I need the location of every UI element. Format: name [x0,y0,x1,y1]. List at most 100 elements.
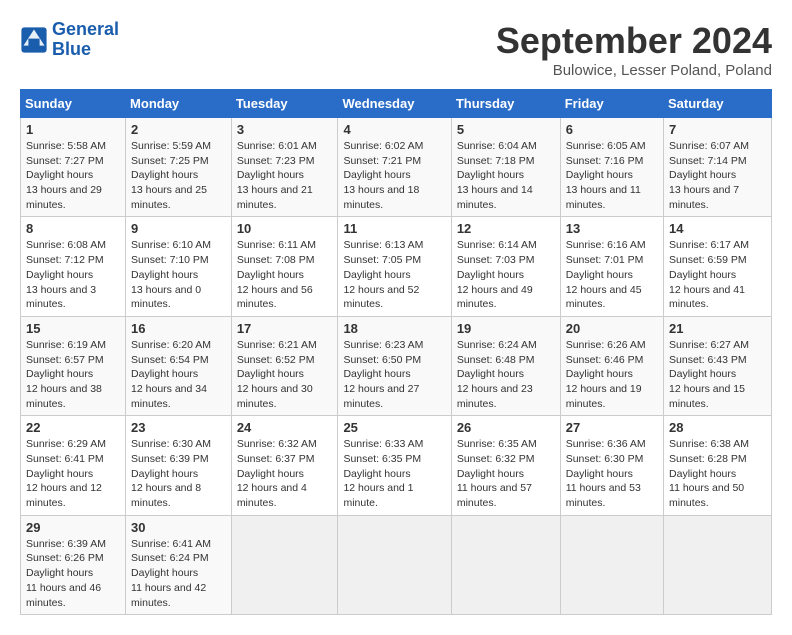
day-number: 17 [237,321,333,336]
calendar-cell: 27 Sunrise: 6:36 AMSunset: 6:30 PMDaylig… [560,416,663,515]
cell-info: Sunrise: 6:27 AMSunset: 6:43 PMDaylight … [669,339,749,410]
cell-info: Sunrise: 6:36 AMSunset: 6:30 PMDaylight … [566,438,646,509]
day-number: 29 [26,520,120,535]
calendar-cell [451,515,560,614]
calendar-cell [560,515,663,614]
day-number: 26 [457,420,555,435]
cell-info: Sunrise: 6:11 AMSunset: 7:08 PMDaylight … [237,239,316,310]
logo: General Blue [20,20,119,60]
cell-info: Sunrise: 6:23 AMSunset: 6:50 PMDaylight … [343,339,423,410]
day-number: 23 [131,420,226,435]
calendar-cell: 10 Sunrise: 6:11 AMSunset: 7:08 PMDaylig… [231,217,338,316]
page-header: General Blue September 2024 Bulowice, Le… [20,20,772,79]
calendar-cell: 2 Sunrise: 5:59 AMSunset: 7:25 PMDayligh… [126,118,232,217]
location-subtitle: Bulowice, Lesser Poland, Poland [496,62,772,79]
calendar-body: 1 Sunrise: 5:58 AMSunset: 7:27 PMDayligh… [21,118,772,615]
calendar-cell: 24 Sunrise: 6:32 AMSunset: 6:37 PMDaylig… [231,416,338,515]
cell-info: Sunrise: 6:39 AMSunset: 6:26 PMDaylight … [26,538,106,609]
cell-info: Sunrise: 6:07 AMSunset: 7:14 PMDaylight … [669,140,749,211]
day-number: 18 [343,321,445,336]
cell-info: Sunrise: 6:10 AMSunset: 7:10 PMDaylight … [131,239,211,310]
day-number: 10 [237,221,333,236]
calendar-week-5: 29 Sunrise: 6:39 AMSunset: 6:26 PMDaylig… [21,515,772,614]
calendar-cell: 11 Sunrise: 6:13 AMSunset: 7:05 PMDaylig… [338,217,451,316]
calendar-week-3: 15 Sunrise: 6:19 AMSunset: 6:57 PMDaylig… [21,316,772,415]
calendar-header: SundayMondayTuesdayWednesdayThursdayFrid… [21,90,772,118]
cell-info: Sunrise: 6:38 AMSunset: 6:28 PMDaylight … [669,438,749,509]
cell-info: Sunrise: 6:19 AMSunset: 6:57 PMDaylight … [26,339,106,410]
day-number: 27 [566,420,658,435]
cell-info: Sunrise: 6:16 AMSunset: 7:01 PMDaylight … [566,239,646,310]
calendar-cell: 23 Sunrise: 6:30 AMSunset: 6:39 PMDaylig… [126,416,232,515]
day-number: 15 [26,321,120,336]
calendar-cell: 22 Sunrise: 6:29 AMSunset: 6:41 PMDaylig… [21,416,126,515]
calendar-cell: 15 Sunrise: 6:19 AMSunset: 6:57 PMDaylig… [21,316,126,415]
cell-info: Sunrise: 6:26 AMSunset: 6:46 PMDaylight … [566,339,646,410]
logo-text: General Blue [52,20,119,60]
cell-info: Sunrise: 5:58 AMSunset: 7:27 PMDaylight … [26,140,106,211]
weekday-header-row: SundayMondayTuesdayWednesdayThursdayFrid… [21,90,772,118]
day-number: 3 [237,122,333,137]
calendar-cell: 12 Sunrise: 6:14 AMSunset: 7:03 PMDaylig… [451,217,560,316]
calendar-cell: 9 Sunrise: 6:10 AMSunset: 7:10 PMDayligh… [126,217,232,316]
calendar-cell: 19 Sunrise: 6:24 AMSunset: 6:48 PMDaylig… [451,316,560,415]
day-number: 20 [566,321,658,336]
logo-icon [20,26,48,54]
cell-info: Sunrise: 6:17 AMSunset: 6:59 PMDaylight … [669,239,749,310]
day-number: 1 [26,122,120,137]
calendar-cell: 17 Sunrise: 6:21 AMSunset: 6:52 PMDaylig… [231,316,338,415]
weekday-header-saturday: Saturday [664,90,772,118]
cell-info: Sunrise: 6:21 AMSunset: 6:52 PMDaylight … [237,339,317,410]
calendar-cell: 1 Sunrise: 5:58 AMSunset: 7:27 PMDayligh… [21,118,126,217]
day-number: 16 [131,321,226,336]
cell-info: Sunrise: 6:20 AMSunset: 6:54 PMDaylight … [131,339,211,410]
calendar-cell [664,515,772,614]
calendar-week-2: 8 Sunrise: 6:08 AMSunset: 7:12 PMDayligh… [21,217,772,316]
cell-info: Sunrise: 6:01 AMSunset: 7:23 PMDaylight … [237,140,317,211]
weekday-header-monday: Monday [126,90,232,118]
day-number: 14 [669,221,766,236]
day-number: 13 [566,221,658,236]
calendar-cell: 5 Sunrise: 6:04 AMSunset: 7:18 PMDayligh… [451,118,560,217]
calendar-cell [338,515,451,614]
cell-info: Sunrise: 6:14 AMSunset: 7:03 PMDaylight … [457,239,537,310]
calendar-cell: 26 Sunrise: 6:35 AMSunset: 6:32 PMDaylig… [451,416,560,515]
calendar-cell: 14 Sunrise: 6:17 AMSunset: 6:59 PMDaylig… [664,217,772,316]
calendar-week-1: 1 Sunrise: 5:58 AMSunset: 7:27 PMDayligh… [21,118,772,217]
calendar-cell: 30 Sunrise: 6:41 AMSunset: 6:24 PMDaylig… [126,515,232,614]
cell-info: Sunrise: 6:08 AMSunset: 7:12 PMDaylight … [26,239,106,310]
cell-info: Sunrise: 6:24 AMSunset: 6:48 PMDaylight … [457,339,537,410]
weekday-header-thursday: Thursday [451,90,560,118]
calendar-cell: 7 Sunrise: 6:07 AMSunset: 7:14 PMDayligh… [664,118,772,217]
cell-info: Sunrise: 6:35 AMSunset: 6:32 PMDaylight … [457,438,537,509]
day-number: 24 [237,420,333,435]
calendar-cell: 4 Sunrise: 6:02 AMSunset: 7:21 PMDayligh… [338,118,451,217]
calendar-cell: 20 Sunrise: 6:26 AMSunset: 6:46 PMDaylig… [560,316,663,415]
weekday-header-sunday: Sunday [21,90,126,118]
cell-info: Sunrise: 6:41 AMSunset: 6:24 PMDaylight … [131,538,211,609]
cell-info: Sunrise: 5:59 AMSunset: 7:25 PMDaylight … [131,140,211,211]
calendar-cell: 29 Sunrise: 6:39 AMSunset: 6:26 PMDaylig… [21,515,126,614]
cell-info: Sunrise: 6:32 AMSunset: 6:37 PMDaylight … [237,438,317,509]
day-number: 19 [457,321,555,336]
cell-info: Sunrise: 6:04 AMSunset: 7:18 PMDaylight … [457,140,537,211]
cell-info: Sunrise: 6:13 AMSunset: 7:05 PMDaylight … [343,239,423,310]
day-number: 9 [131,221,226,236]
calendar-cell: 6 Sunrise: 6:05 AMSunset: 7:16 PMDayligh… [560,118,663,217]
calendar-week-4: 22 Sunrise: 6:29 AMSunset: 6:41 PMDaylig… [21,416,772,515]
cell-info: Sunrise: 6:29 AMSunset: 6:41 PMDaylight … [26,438,106,509]
day-number: 8 [26,221,120,236]
cell-info: Sunrise: 6:05 AMSunset: 7:16 PMDaylight … [566,140,646,211]
day-number: 4 [343,122,445,137]
calendar-cell: 25 Sunrise: 6:33 AMSunset: 6:35 PMDaylig… [338,416,451,515]
day-number: 30 [131,520,226,535]
calendar-cell: 16 Sunrise: 6:20 AMSunset: 6:54 PMDaylig… [126,316,232,415]
day-number: 2 [131,122,226,137]
day-number: 22 [26,420,120,435]
weekday-header-wednesday: Wednesday [338,90,451,118]
day-number: 5 [457,122,555,137]
day-number: 25 [343,420,445,435]
weekday-header-friday: Friday [560,90,663,118]
day-number: 6 [566,122,658,137]
calendar-table: SundayMondayTuesdayWednesdayThursdayFrid… [20,89,772,615]
